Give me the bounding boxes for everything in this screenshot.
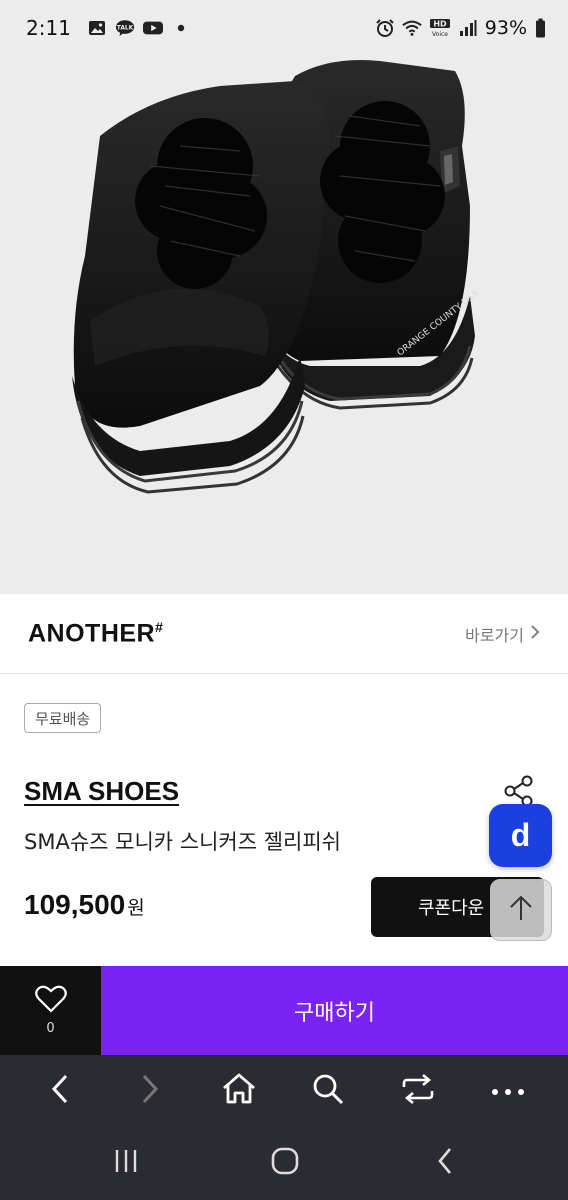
- gallery-icon: [87, 18, 107, 38]
- battery-icon: [534, 18, 546, 38]
- signal-icon: [458, 18, 478, 38]
- free-shipping-badge: 무료배송: [24, 703, 102, 733]
- scroll-to-top-button[interactable]: [490, 879, 552, 941]
- home-icon: [221, 1072, 257, 1110]
- product-price: 109,500 원: [24, 889, 145, 921]
- dot-icon: [171, 18, 191, 38]
- voice-text: Voice: [432, 31, 448, 38]
- recent-apps-button[interactable]: [104, 1141, 148, 1185]
- sneakers-image: ORANGE COUNTY USA: [72, 60, 482, 494]
- wifi-icon: [402, 18, 422, 38]
- back-chevron-icon: [435, 1146, 455, 1180]
- brand-logo[interactable]: ANOTHER#: [28, 619, 163, 648]
- talk-icon: TALK: [115, 18, 135, 38]
- browser-nav-bar: [0, 1055, 568, 1127]
- status-time: 2:11: [26, 16, 71, 40]
- brand-row: ANOTHER# 바로가기: [0, 594, 568, 674]
- product-name: SMA슈즈 모니카 스니커즈 젤리피쉬: [24, 830, 341, 854]
- youtube-icon: [142, 18, 163, 38]
- chevron-right-icon: [530, 624, 540, 644]
- purchase-bar: 0 구매하기: [0, 966, 568, 1055]
- d-app-button[interactable]: d: [489, 804, 552, 867]
- buy-button[interactable]: 구매하기: [101, 966, 568, 1055]
- hd-text: HD: [433, 20, 447, 29]
- share-button[interactable]: [502, 774, 536, 808]
- like-button[interactable]: 0: [0, 966, 101, 1055]
- like-count: 0: [46, 1021, 55, 1036]
- home-pill-icon: [270, 1146, 300, 1180]
- price-unit: 원: [127, 898, 145, 919]
- home-button[interactable]: [217, 1069, 261, 1113]
- hd-voice-icon: HD Voice: [429, 18, 451, 38]
- arrow-up-icon: [506, 893, 536, 927]
- more-dots-icon: [491, 1082, 525, 1101]
- system-home-button[interactable]: [263, 1141, 307, 1185]
- search-icon: [311, 1072, 345, 1110]
- brand-logo-text: ANOTHER: [28, 619, 156, 648]
- system-nav-bar: [0, 1127, 568, 1200]
- price-value: 109,500: [24, 889, 126, 920]
- search-button[interactable]: [306, 1069, 350, 1113]
- alarm-icon: [375, 18, 395, 38]
- shortcut-label: 바로가기: [465, 625, 524, 645]
- back-button[interactable]: [38, 1069, 82, 1113]
- battery-percent: 93%: [484, 17, 527, 39]
- system-back-button[interactable]: [423, 1141, 467, 1185]
- brand-logo-mark: #: [155, 618, 164, 635]
- chevron-left-icon: [49, 1073, 71, 1109]
- more-menu-button[interactable]: [486, 1069, 530, 1113]
- switch-arrows-icon: [400, 1073, 436, 1109]
- forward-button[interactable]: [128, 1069, 172, 1113]
- chevron-right-icon: [139, 1073, 161, 1109]
- talk-badge-text: TALK: [117, 25, 134, 31]
- heart-icon: [34, 985, 67, 1017]
- recent-apps-icon: [113, 1148, 139, 1178]
- product-image-carousel[interactable]: ORANGE COUNTY USA: [0, 56, 568, 594]
- tabs-switch-button[interactable]: [396, 1069, 440, 1113]
- status-bar: 2:11 TALK HD Voice 93%: [0, 0, 568, 56]
- brand-shortcut-link[interactable]: 바로가기: [465, 622, 540, 646]
- product-brand-link[interactable]: SMA SHOES: [24, 776, 179, 807]
